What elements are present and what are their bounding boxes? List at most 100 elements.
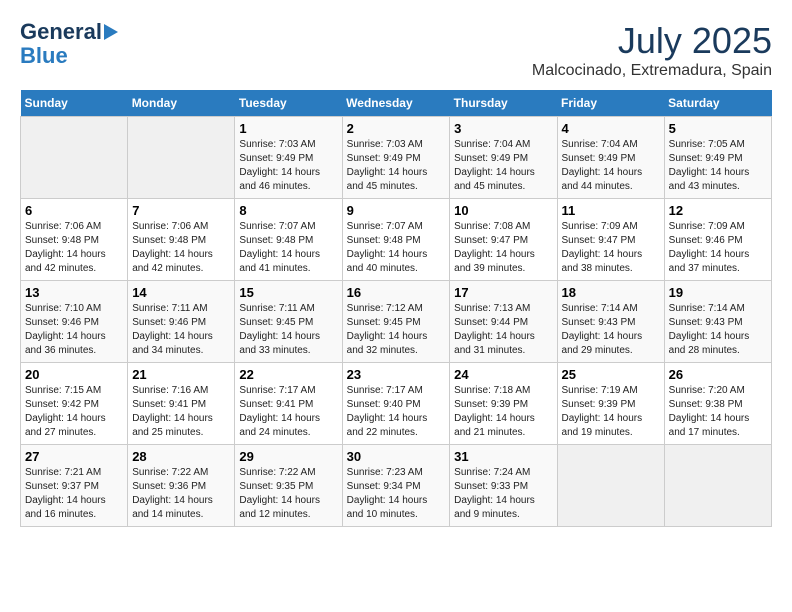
calendar-cell: 20 Sunrise: 7:15 AM Sunset: 9:42 PM Dayli… <box>21 363 128 445</box>
calendar-week-row: 6 Sunrise: 7:06 AM Sunset: 9:48 PM Daylig… <box>21 199 772 281</box>
calendar-cell: 27 Sunrise: 7:21 AM Sunset: 9:37 PM Dayli… <box>21 445 128 527</box>
day-number: 20 <box>25 367 123 382</box>
calendar-cell: 6 Sunrise: 7:06 AM Sunset: 9:48 PM Daylig… <box>21 199 128 281</box>
calendar-cell: 30Sunrise: 7:23 AM Sunset: 9:34 PM Dayli… <box>342 445 450 527</box>
day-info: Sunrise: 7:14 AM Sunset: 9:43 PM Dayligh… <box>669 302 767 358</box>
day-number: 12 <box>669 203 767 218</box>
day-number: 26 <box>669 367 767 382</box>
day-number: 17 <box>454 285 552 300</box>
calendar-cell: 24 Sunrise: 7:18 AM Sunset: 9:39 PM Dayli… <box>450 363 557 445</box>
calendar-cell: 21 Sunrise: 7:16 AM Sunset: 9:41 PM Dayli… <box>128 363 235 445</box>
calendar-cell: 7 Sunrise: 7:06 AM Sunset: 9:48 PM Daylig… <box>128 199 235 281</box>
day-number: 6 <box>25 203 123 218</box>
calendar-week-row: 1 Sunrise: 7:03 AM Sunset: 9:49 PM Daylig… <box>21 117 772 199</box>
day-info: Sunrise: 7:08 AM Sunset: 9:47 PM Dayligh… <box>454 220 552 276</box>
calendar-cell: 4 Sunrise: 7:04 AM Sunset: 9:49 PM Daylig… <box>557 117 664 199</box>
page-header: General Blue July 2025 Malcocinado, Extr… <box>20 20 772 80</box>
day-info: Sunrise: 7:20 AM Sunset: 9:38 PM Dayligh… <box>669 384 767 440</box>
day-number: 10 <box>454 203 552 218</box>
day-number: 27 <box>25 449 123 464</box>
calendar-cell: 23Sunrise: 7:17 AM Sunset: 9:40 PM Dayli… <box>342 363 450 445</box>
day-number: 4 <box>562 121 660 136</box>
calendar-cell: 12 Sunrise: 7:09 AM Sunset: 9:46 PM Dayli… <box>664 199 771 281</box>
calendar-cell <box>128 117 235 199</box>
day-info: Sunrise: 7:09 AM Sunset: 9:46 PM Dayligh… <box>669 220 767 276</box>
day-info: Sunrise: 7:07 AM Sunset: 9:48 PM Dayligh… <box>239 220 337 276</box>
calendar-cell: 15Sunrise: 7:11 AM Sunset: 9:45 PM Dayli… <box>235 281 342 363</box>
day-info: Sunrise: 7:03 AM Sunset: 9:49 PM Dayligh… <box>347 138 446 194</box>
day-number: 24 <box>454 367 552 382</box>
day-info: Sunrise: 7:04 AM Sunset: 9:49 PM Dayligh… <box>562 138 660 194</box>
day-number: 14 <box>132 285 230 300</box>
day-info: Sunrise: 7:16 AM Sunset: 9:41 PM Dayligh… <box>132 384 230 440</box>
day-info: Sunrise: 7:06 AM Sunset: 9:48 PM Dayligh… <box>25 220 123 276</box>
calendar-cell: 25Sunrise: 7:19 AM Sunset: 9:39 PM Dayli… <box>557 363 664 445</box>
calendar-week-row: 13 Sunrise: 7:10 AM Sunset: 9:46 PM Dayli… <box>21 281 772 363</box>
day-number: 19 <box>669 285 767 300</box>
day-info: Sunrise: 7:12 AM Sunset: 9:45 PM Dayligh… <box>347 302 446 358</box>
day-number: 11 <box>562 203 660 218</box>
calendar-cell: 11 Sunrise: 7:09 AM Sunset: 9:47 PM Dayli… <box>557 199 664 281</box>
calendar-week-row: 27 Sunrise: 7:21 AM Sunset: 9:37 PM Dayli… <box>21 445 772 527</box>
day-number: 22 <box>239 367 337 382</box>
day-number: 5 <box>669 121 767 136</box>
day-number: 3 <box>454 121 552 136</box>
day-info: Sunrise: 7:11 AM Sunset: 9:46 PM Dayligh… <box>132 302 230 358</box>
day-number: 8 <box>239 203 337 218</box>
day-info: Sunrise: 7:19 AM Sunset: 9:39 PM Dayligh… <box>562 384 660 440</box>
calendar-cell: 29 Sunrise: 7:22 AM Sunset: 9:35 PM Dayli… <box>235 445 342 527</box>
day-number: 2 <box>347 121 446 136</box>
calendar-cell <box>557 445 664 527</box>
day-info: Sunrise: 7:07 AM Sunset: 9:48 PM Dayligh… <box>347 220 446 276</box>
logo-blue: Blue <box>20 44 68 68</box>
calendar-cell: 16 Sunrise: 7:12 AM Sunset: 9:45 PM Dayli… <box>342 281 450 363</box>
day-info: Sunrise: 7:24 AM Sunset: 9:33 PM Dayligh… <box>454 466 552 522</box>
weekday-header: Thursday <box>450 90 557 117</box>
day-number: 16 <box>347 285 446 300</box>
calendar-cell <box>21 117 128 199</box>
month-title: July 2025 <box>532 20 772 62</box>
calendar-cell: 18Sunrise: 7:14 AM Sunset: 9:43 PM Dayli… <box>557 281 664 363</box>
calendar-cell: 9Sunrise: 7:07 AM Sunset: 9:48 PM Daylig… <box>342 199 450 281</box>
day-number: 13 <box>25 285 123 300</box>
day-number: 7 <box>132 203 230 218</box>
day-number: 29 <box>239 449 337 464</box>
day-info: Sunrise: 7:21 AM Sunset: 9:37 PM Dayligh… <box>25 466 123 522</box>
calendar-week-row: 20 Sunrise: 7:15 AM Sunset: 9:42 PM Dayli… <box>21 363 772 445</box>
weekday-header: Friday <box>557 90 664 117</box>
day-number: 15 <box>239 285 337 300</box>
calendar-cell: 2 Sunrise: 7:03 AM Sunset: 9:49 PM Daylig… <box>342 117 450 199</box>
day-info: Sunrise: 7:09 AM Sunset: 9:47 PM Dayligh… <box>562 220 660 276</box>
calendar-table: SundayMondayTuesdayWednesdayThursdayFrid… <box>20 90 772 527</box>
day-number: 31 <box>454 449 552 464</box>
day-info: Sunrise: 7:15 AM Sunset: 9:42 PM Dayligh… <box>25 384 123 440</box>
day-info: Sunrise: 7:03 AM Sunset: 9:49 PM Dayligh… <box>239 138 337 194</box>
weekday-header-row: SundayMondayTuesdayWednesdayThursdayFrid… <box>21 90 772 117</box>
calendar-cell: 13 Sunrise: 7:10 AM Sunset: 9:46 PM Dayli… <box>21 281 128 363</box>
logo-general: General <box>20 20 102 44</box>
day-info: Sunrise: 7:22 AM Sunset: 9:36 PM Dayligh… <box>132 466 230 522</box>
logo-arrow-icon <box>104 24 118 40</box>
weekday-header: Tuesday <box>235 90 342 117</box>
day-number: 21 <box>132 367 230 382</box>
day-info: Sunrise: 7:22 AM Sunset: 9:35 PM Dayligh… <box>239 466 337 522</box>
title-block: July 2025 Malcocinado, Extremadura, Spai… <box>532 20 772 80</box>
calendar-cell: 28 Sunrise: 7:22 AM Sunset: 9:36 PM Dayli… <box>128 445 235 527</box>
calendar-cell: 19 Sunrise: 7:14 AM Sunset: 9:43 PM Dayli… <box>664 281 771 363</box>
day-info: Sunrise: 7:23 AM Sunset: 9:34 PM Dayligh… <box>347 466 446 522</box>
calendar-cell: 17 Sunrise: 7:13 AM Sunset: 9:44 PM Dayli… <box>450 281 557 363</box>
day-number: 28 <box>132 449 230 464</box>
day-info: Sunrise: 7:14 AM Sunset: 9:43 PM Dayligh… <box>562 302 660 358</box>
location-title: Malcocinado, Extremadura, Spain <box>532 62 772 80</box>
day-info: Sunrise: 7:05 AM Sunset: 9:49 PM Dayligh… <box>669 138 767 194</box>
calendar-cell: 10 Sunrise: 7:08 AM Sunset: 9:47 PM Dayli… <box>450 199 557 281</box>
day-info: Sunrise: 7:18 AM Sunset: 9:39 PM Dayligh… <box>454 384 552 440</box>
day-number: 1 <box>239 121 337 136</box>
day-info: Sunrise: 7:10 AM Sunset: 9:46 PM Dayligh… <box>25 302 123 358</box>
calendar-cell: 3 Sunrise: 7:04 AM Sunset: 9:49 PM Daylig… <box>450 117 557 199</box>
day-info: Sunrise: 7:06 AM Sunset: 9:48 PM Dayligh… <box>132 220 230 276</box>
day-info: Sunrise: 7:04 AM Sunset: 9:49 PM Dayligh… <box>454 138 552 194</box>
day-info: Sunrise: 7:13 AM Sunset: 9:44 PM Dayligh… <box>454 302 552 358</box>
calendar-cell: 8 Sunrise: 7:07 AM Sunset: 9:48 PM Daylig… <box>235 199 342 281</box>
day-info: Sunrise: 7:17 AM Sunset: 9:41 PM Dayligh… <box>239 384 337 440</box>
